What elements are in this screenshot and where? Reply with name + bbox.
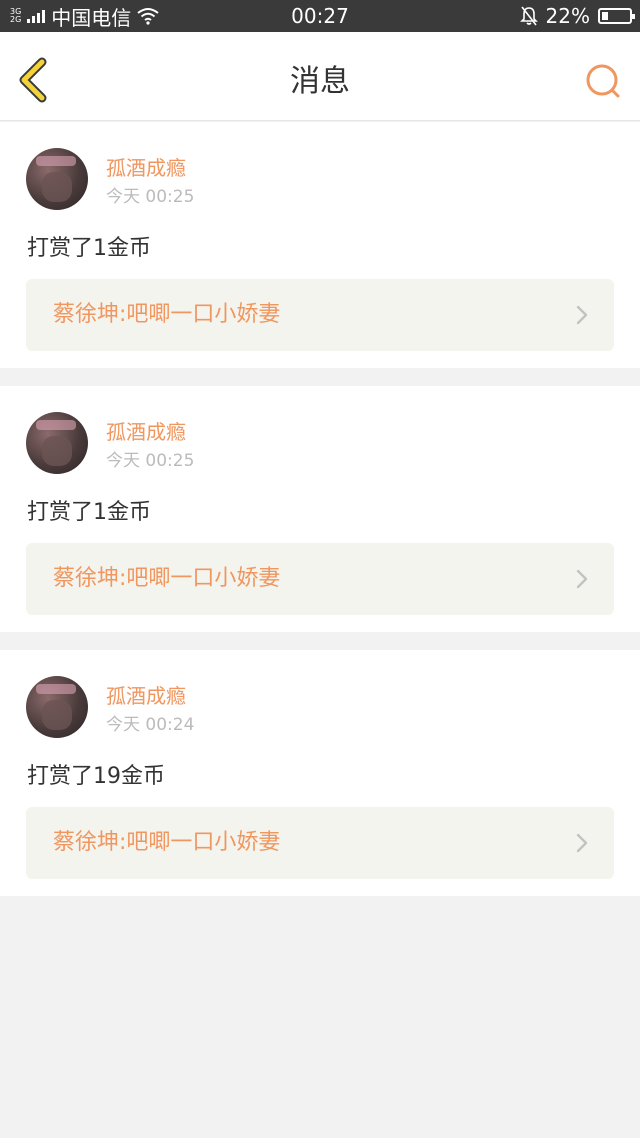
target-post-title: 蔡徐坤:吧唧一口小娇妻	[53, 566, 281, 591]
target-post-link[interactable]: 蔡徐坤:吧唧一口小娇妻	[26, 279, 614, 351]
message-card: 孤酒成瘾 今天 00:25 打赏了1金币 蔡徐坤:吧唧一口小娇妻	[0, 386, 640, 632]
target-post-title: 蔡徐坤:吧唧一口小娇妻	[53, 302, 281, 327]
status-right: 22%	[519, 0, 635, 32]
status-bar: 3G 2G 中国电信 00:27 22%	[0, 0, 640, 32]
chevron-right-icon	[576, 569, 588, 589]
action-text: 打赏了1金币	[27, 236, 151, 261]
message-feed: 孤酒成瘾 今天 00:25 打赏了1金币 蔡徐坤:吧唧一口小娇妻 孤酒成瘾 今天…	[0, 121, 640, 914]
action-text: 打赏了19金币	[27, 764, 165, 789]
target-post-link[interactable]: 蔡徐坤:吧唧一口小娇妻	[26, 807, 614, 879]
nav-bar: 消息	[0, 32, 640, 121]
silent-bell-icon	[519, 6, 538, 26]
target-post-title: 蔡徐坤:吧唧一口小娇妻	[53, 830, 281, 855]
chevron-right-icon	[576, 305, 588, 325]
message-list[interactable]: 孤酒成瘾 今天 00:25 打赏了1金币 蔡徐坤:吧唧一口小娇妻 孤酒成瘾 今天…	[0, 121, 640, 1138]
avatar[interactable]	[26, 676, 88, 738]
page-title: 消息	[290, 64, 350, 99]
target-post-link[interactable]: 蔡徐坤:吧唧一口小娇妻	[26, 543, 614, 615]
timestamp: 今天 00:24	[106, 715, 195, 735]
message-card: 孤酒成瘾 今天 00:24 打赏了19金币 蔡徐坤:吧唧一口小娇妻	[0, 650, 640, 896]
battery-percent: 22%	[545, 4, 590, 28]
battery-level	[602, 12, 608, 20]
message-card: 孤酒成瘾 今天 00:25 打赏了1金币 蔡徐坤:吧唧一口小娇妻	[0, 122, 640, 368]
timestamp: 今天 00:25	[106, 451, 195, 471]
search-icon	[586, 64, 620, 98]
search-button[interactable]	[584, 62, 624, 102]
username[interactable]: 孤酒成瘾	[106, 416, 186, 445]
username[interactable]: 孤酒成瘾	[106, 680, 186, 709]
avatar[interactable]	[26, 148, 88, 210]
avatar[interactable]	[26, 412, 88, 474]
battery-icon	[598, 8, 635, 24]
chevron-right-icon	[576, 833, 588, 853]
username[interactable]: 孤酒成瘾	[106, 152, 186, 181]
action-text: 打赏了1金币	[27, 500, 151, 525]
timestamp: 今天 00:25	[106, 187, 195, 207]
